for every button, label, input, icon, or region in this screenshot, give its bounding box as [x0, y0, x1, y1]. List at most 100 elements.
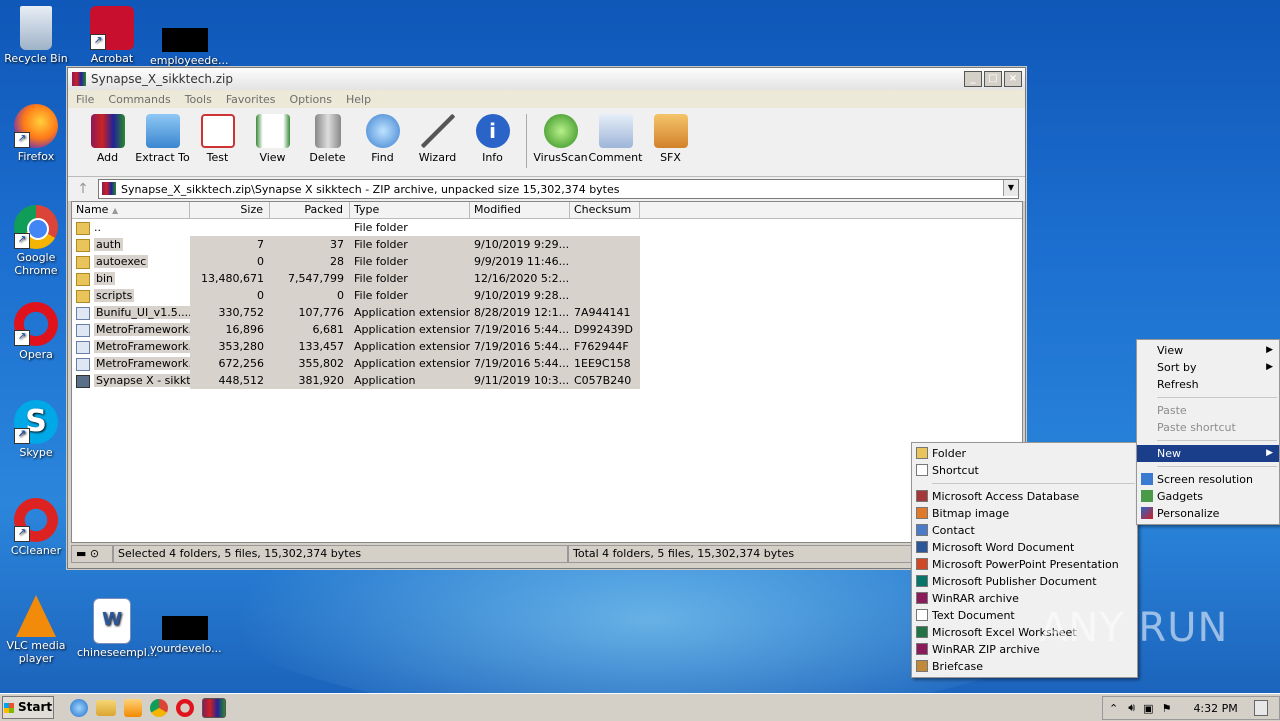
archive-path-field[interactable]: Synapse_X_sikktech.zip\Synapse X sikktec… — [98, 179, 1019, 199]
column-checksum[interactable]: Checksum — [570, 202, 640, 218]
folder-icon — [76, 289, 90, 303]
wizard-button[interactable]: Wizard — [410, 114, 465, 164]
desktop-icon-chineseempl[interactable]: W chineseempl... — [77, 598, 157, 659]
comment-button[interactable]: Comment — [588, 114, 643, 164]
menu-options[interactable]: Options — [290, 93, 332, 106]
drive-icon[interactable]: ▬ ⊙ — [71, 545, 113, 563]
show-desktop-button[interactable] — [1253, 700, 1268, 716]
toolbar: Add Extract To Test View Delete Find Wiz… — [68, 108, 1025, 177]
add-button[interactable]: Add — [80, 114, 135, 164]
volume-icon[interactable]: 🔊︎ — [1128, 701, 1135, 715]
clock[interactable]: 4:32 PM — [1193, 702, 1237, 715]
menu-commands[interactable]: Commands — [108, 93, 170, 106]
column-packed[interactable]: Packed — [270, 202, 350, 218]
desktop-icon-skype[interactable]: S ↗ Skype — [1, 400, 71, 459]
title-bar[interactable]: Synapse_X_sikktech.zip _ □ × — [68, 68, 1025, 90]
table-row[interactable]: auth 7 37 File folder 9/10/2019 9:29... — [72, 236, 1022, 253]
sfx-button[interactable]: SFX — [643, 114, 698, 164]
maximize-button[interactable]: □ — [984, 71, 1002, 87]
network-icon[interactable]: ▣ — [1143, 702, 1153, 715]
cell-packed: 28 — [270, 253, 350, 270]
desktop-icon-recycle-bin[interactable]: Recycle Bin — [1, 6, 71, 65]
menu-item-refresh[interactable]: Refresh — [1137, 376, 1279, 393]
new-menu-item-word[interactable]: Microsoft Word Document — [912, 539, 1137, 556]
table-row[interactable]: Bunifu_UI_v1.5.... 330,752 107,776 Applicat… — [72, 304, 1022, 321]
table-row[interactable]: MetroFramework... 672,256 355,802 Applicati… — [72, 355, 1022, 372]
action-center-flag-icon[interactable]: ⚑ — [1162, 702, 1172, 715]
menu-favorites[interactable]: Favorites — [226, 93, 276, 106]
new-menu-item-powerpoint[interactable]: Microsoft PowerPoint Presentation — [912, 556, 1137, 573]
chrome-taskbar-icon[interactable] — [150, 698, 168, 717]
winrar-taskbar-icon[interactable] — [202, 697, 226, 718]
view-button[interactable]: View — [245, 114, 300, 164]
info-button[interactable]: i Info — [465, 114, 520, 164]
internet-explorer-icon[interactable] — [70, 698, 88, 717]
new-menu-item-folder[interactable]: Folder — [912, 445, 1137, 462]
opera-taskbar-icon[interactable] — [176, 698, 194, 717]
menu-item-sort-by[interactable]: Sort by ▶ — [1137, 359, 1279, 376]
new-menu-item-bitmap[interactable]: Bitmap image — [912, 505, 1137, 522]
cell-name: .. — [72, 219, 190, 236]
address-bar: ↑ Synapse_X_sikktech.zip\Synapse X sikkt… — [68, 177, 1025, 202]
comment-label: Comment — [588, 151, 643, 164]
menu-item-new[interactable]: New ▶ — [1137, 445, 1279, 462]
table-row[interactable]: scripts 0 0 File folder 9/10/2019 9:28... — [72, 287, 1022, 304]
desktop-icon-acrobat[interactable]: ↗ Acrobat — [77, 6, 147, 65]
status-bar: ▬ ⊙ Selected 4 folders, 5 files, 15,302,… — [71, 545, 1021, 563]
table-row[interactable]: MetroFramework... 353,280 133,457 Applicati… — [72, 338, 1022, 355]
winrar-zip-icon — [916, 643, 928, 655]
table-row[interactable]: bin 13,480,671 7,547,799 File folder 12/16/2… — [72, 270, 1022, 287]
find-button[interactable]: Find — [355, 114, 410, 164]
virus-icon — [543, 114, 578, 148]
chevron-down-icon[interactable]: ▼ — [1003, 180, 1018, 196]
desktop-icon-chrome[interactable]: ↗ Google Chrome — [1, 205, 71, 277]
dll-file-icon — [76, 340, 90, 354]
test-button[interactable]: Test — [190, 114, 245, 164]
menu-item-label: Sort by — [1157, 361, 1197, 374]
up-arrow-icon[interactable]: ↑ — [68, 181, 98, 197]
column-modified[interactable]: Modified — [470, 202, 570, 218]
desktop-icon-ccleaner[interactable]: ↗ CCleaner — [1, 498, 71, 557]
menu-item-label: Personalize — [1157, 507, 1220, 520]
new-menu-item-briefcase[interactable]: Briefcase — [912, 658, 1137, 675]
firefox-icon: ↗ — [14, 104, 58, 148]
menu-item-personalize[interactable]: Personalize — [1137, 505, 1279, 522]
minimize-button[interactable]: _ — [964, 71, 982, 87]
close-button[interactable]: × — [1004, 71, 1022, 87]
desktop-icon-vlc[interactable]: VLC media player — [1, 595, 71, 665]
virusscan-button[interactable]: VirusScan — [533, 114, 588, 164]
new-menu-item-contact[interactable]: Contact — [912, 522, 1137, 539]
column-size[interactable]: Size — [190, 202, 270, 218]
table-row[interactable]: Synapse X - sikkt...448,512381,920Applic… — [72, 372, 1022, 389]
new-menu-item-publisher[interactable]: Microsoft Publisher Document — [912, 573, 1137, 590]
menu-help[interactable]: Help — [346, 93, 371, 106]
column-type[interactable]: Type — [350, 202, 470, 218]
menu-item-paste-shortcut[interactable]: Paste shortcut — [1137, 419, 1279, 436]
file-name: MetroFramework... — [94, 340, 190, 353]
column-name[interactable]: Name ▲ — [72, 202, 190, 218]
desktop-icon-employeede[interactable]: employeede... — [150, 6, 229, 67]
menu-item-paste[interactable]: Paste — [1137, 402, 1279, 419]
table-row[interactable]: autoexec 0 28 File folder 9/9/2019 11:46... — [72, 253, 1022, 270]
menu-item-screen-resolution[interactable]: Screen resolution — [1137, 471, 1279, 488]
start-button[interactable]: Start — [2, 696, 54, 719]
table-row[interactable]: .. File folder — [72, 219, 1022, 236]
menu-file[interactable]: File — [76, 93, 94, 106]
cell-type: Application extension — [350, 338, 470, 355]
delete-button[interactable]: Delete — [300, 114, 355, 164]
file-explorer-icon[interactable] — [96, 699, 116, 716]
menu-tools[interactable]: Tools — [185, 93, 212, 106]
extract-to-button[interactable]: Extract To — [135, 114, 190, 164]
media-player-icon[interactable] — [124, 698, 142, 717]
new-menu-item-access[interactable]: Microsoft Access Database — [912, 488, 1137, 505]
table-row[interactable]: MetroFramework... 16,896 6,681 Application … — [72, 321, 1022, 338]
menu-item-view[interactable]: View ▶ — [1137, 342, 1279, 359]
desktop-icon-opera[interactable]: ↗ Opera — [1, 302, 71, 361]
access-icon — [916, 490, 928, 502]
menu-item-gadgets[interactable]: Gadgets — [1137, 488, 1279, 505]
cell-checksum: 7A944141 — [570, 304, 640, 321]
new-menu-item-shortcut[interactable]: Shortcut — [912, 462, 1137, 479]
show-hidden-icons-icon[interactable]: ⌃ — [1109, 702, 1118, 715]
desktop-icon-yourdevelo[interactable]: yourdevelo... — [150, 598, 222, 655]
desktop-icon-firefox[interactable]: ↗ Firefox — [1, 104, 71, 163]
